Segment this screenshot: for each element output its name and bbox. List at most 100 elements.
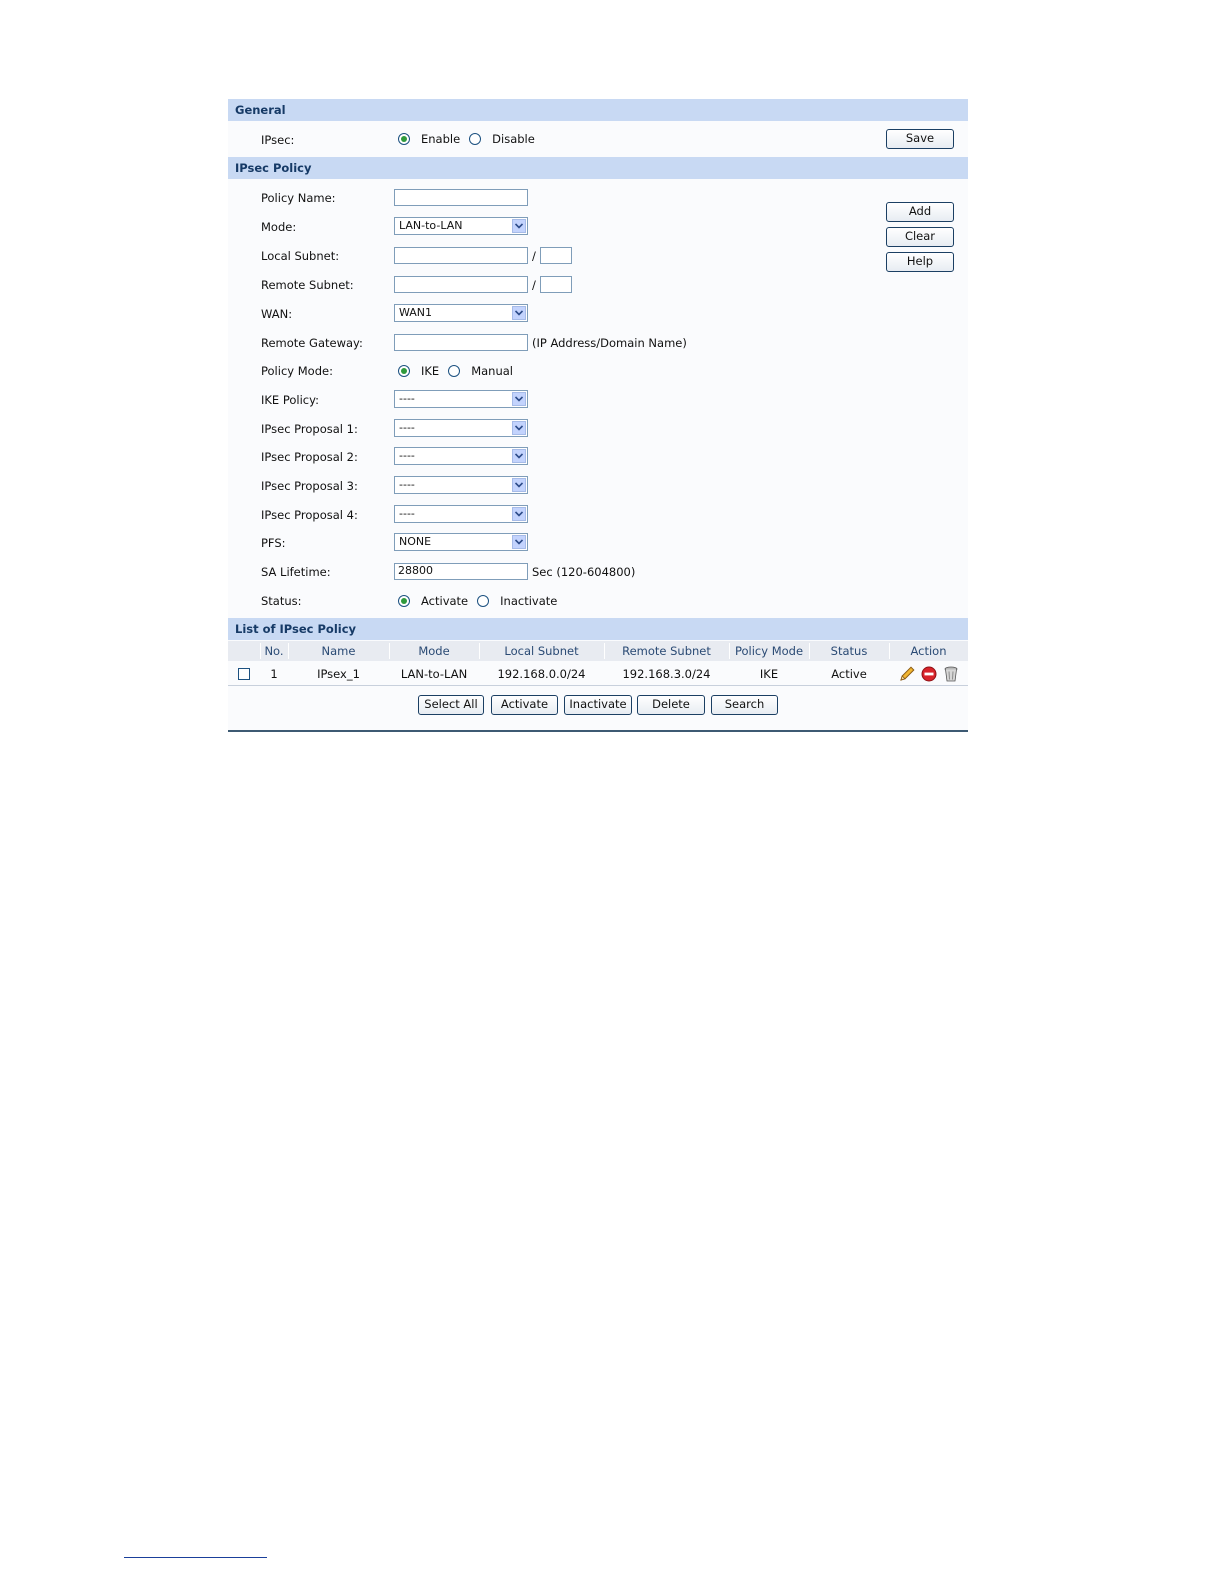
pfs-value: NONE	[399, 535, 432, 548]
help-button[interactable]: Help	[886, 252, 954, 272]
sa-lifetime-hint: Sec (120-604800)	[532, 564, 636, 579]
remote-subnet-mask-input[interactable]	[539, 276, 572, 293]
col-policy-mode: Policy Mode	[734, 644, 804, 658]
col-mode: Mode	[418, 644, 450, 658]
wan-select[interactable]: WAN1	[394, 304, 528, 322]
remote-gateway-input[interactable]	[394, 334, 528, 351]
mode-label: Mode:	[261, 220, 297, 234]
ike-radio[interactable]	[398, 365, 410, 377]
mode-select[interactable]: LAN-to-LAN	[394, 217, 528, 235]
edit-pencil-icon[interactable]	[898, 665, 916, 683]
ipsec-radio-group: Enable Disable	[398, 132, 535, 146]
row-checkbox[interactable]	[238, 668, 250, 680]
ike-policy-label: IKE Policy:	[261, 393, 319, 407]
disable-radio[interactable]	[469, 133, 482, 145]
local-subnet-label: Local Subnet:	[261, 249, 340, 263]
enable-radio[interactable]	[398, 133, 410, 145]
row-name: IPsex_1	[317, 667, 360, 681]
enable-label: Enable	[421, 132, 461, 146]
ipsec-proposal-1-label: IPsec Proposal 1:	[261, 422, 358, 436]
col-remote-subnet: Remote Subnet	[622, 644, 711, 658]
ipsec-proposal-4-value: ----	[399, 507, 415, 520]
ipsec-policy-section-header: IPsec Policy	[228, 157, 968, 179]
remote-subnet-label: Remote Subnet:	[261, 278, 354, 292]
add-button[interactable]: Add	[886, 202, 954, 222]
save-button[interactable]: Save	[886, 129, 954, 149]
policy-name-input[interactable]	[394, 189, 528, 206]
status-radio-group: Activate Inactivate	[398, 594, 557, 608]
ipsec-proposal-3-select[interactable]: ----	[394, 476, 528, 494]
row-no: 1	[270, 667, 278, 681]
wan-label: WAN:	[261, 307, 293, 321]
ipsec-proposal-3-value: ----	[399, 478, 415, 491]
dropdown-arrow-icon	[512, 507, 526, 521]
sa-lifetime-label: SA Lifetime:	[261, 565, 331, 579]
row-remote-subnet: 192.168.3.0/24	[622, 667, 711, 681]
status-label: Status:	[261, 594, 302, 608]
pfs-label: PFS:	[261, 536, 286, 550]
ipsec-config-panel: General IPsec: Enable Disable Save IPsec…	[228, 99, 968, 732]
remote-gateway-hint: (IP Address/Domain Name)	[532, 335, 687, 350]
general-section-header: General	[228, 99, 968, 121]
pfs-select[interactable]: NONE	[394, 533, 528, 551]
col-name: Name	[321, 644, 356, 658]
footnote-separator	[124, 1557, 267, 1558]
dropdown-arrow-icon	[512, 449, 526, 463]
search-button[interactable]: Search	[711, 695, 778, 715]
row-mode: LAN-to-LAN	[400, 667, 468, 681]
ipsec-proposal-1-value: ----	[399, 421, 415, 434]
remote-gateway-label: Remote Gateway:	[261, 336, 363, 350]
disable-icon[interactable]	[920, 665, 938, 683]
col-no: No.	[264, 644, 284, 658]
policy-list-section-header: List of IPsec Policy	[228, 618, 968, 640]
clear-button[interactable]: Clear	[886, 227, 954, 247]
dropdown-arrow-icon	[512, 392, 526, 406]
local-subnet-slash: /	[532, 248, 536, 263]
ipsec-proposal-2-label: IPsec Proposal 2:	[261, 450, 358, 464]
mode-select-value: LAN-to-LAN	[399, 219, 463, 232]
policy-mode-radio-group: IKE Manual	[398, 364, 513, 378]
dropdown-arrow-icon	[512, 306, 526, 320]
ipsec-proposal-3-label: IPsec Proposal 3:	[261, 479, 358, 493]
sa-lifetime-input[interactable]: 28800	[394, 563, 528, 580]
policy-mode-label: Policy Mode:	[261, 364, 333, 378]
row-status: Active	[831, 667, 867, 681]
ipsec-proposal-4-label: IPsec Proposal 4:	[261, 508, 358, 522]
row-policy-mode: IKE	[759, 667, 779, 681]
delete-button[interactable]: Delete	[637, 695, 705, 715]
ipsec-proposal-2-value: ----	[399, 449, 415, 462]
ipsec-proposal-4-select[interactable]: ----	[394, 505, 528, 523]
inactivate-button[interactable]: Inactivate	[564, 695, 632, 715]
table-row: 1 IPsex_1 LAN-to-LAN 192.168.0.0/24 192.…	[228, 663, 968, 686]
remote-subnet-slash: /	[532, 277, 536, 292]
policy-table-header: No. Name Mode Local Subnet Remote Subnet…	[228, 641, 968, 661]
wan-select-value: WAN1	[399, 306, 433, 319]
dropdown-arrow-icon	[512, 535, 526, 549]
ipsec-proposal-2-select[interactable]: ----	[394, 447, 528, 465]
local-subnet-ip-input[interactable]	[394, 247, 528, 264]
col-status: Status	[830, 644, 868, 658]
row-local-subnet: 192.168.0.0/24	[497, 667, 586, 681]
disable-label: Disable	[492, 132, 535, 146]
col-action: Action	[910, 644, 947, 658]
manual-radio[interactable]	[448, 365, 461, 377]
ike-label: IKE	[421, 364, 440, 378]
remote-subnet-ip-input[interactable]	[394, 276, 528, 293]
col-local-subnet: Local Subnet	[504, 644, 579, 658]
ipsec-proposal-1-select[interactable]: ----	[394, 419, 528, 437]
dropdown-arrow-icon	[512, 219, 526, 233]
activate-button[interactable]: Activate	[491, 695, 558, 715]
select-all-button[interactable]: Select All	[418, 695, 484, 715]
ipsec-label: IPsec:	[261, 133, 295, 147]
local-subnet-mask-input[interactable]	[539, 247, 572, 264]
activate-label: Activate	[421, 594, 469, 608]
policy-name-label: Policy Name:	[261, 191, 336, 205]
dropdown-arrow-icon	[512, 478, 526, 492]
ike-policy-select[interactable]: ----	[394, 390, 528, 408]
manual-label: Manual	[471, 364, 513, 378]
trash-icon[interactable]	[942, 665, 960, 683]
inactivate-radio[interactable]	[477, 595, 490, 607]
activate-radio[interactable]	[398, 595, 410, 607]
dropdown-arrow-icon	[512, 421, 526, 435]
inactivate-label: Inactivate	[500, 594, 558, 608]
